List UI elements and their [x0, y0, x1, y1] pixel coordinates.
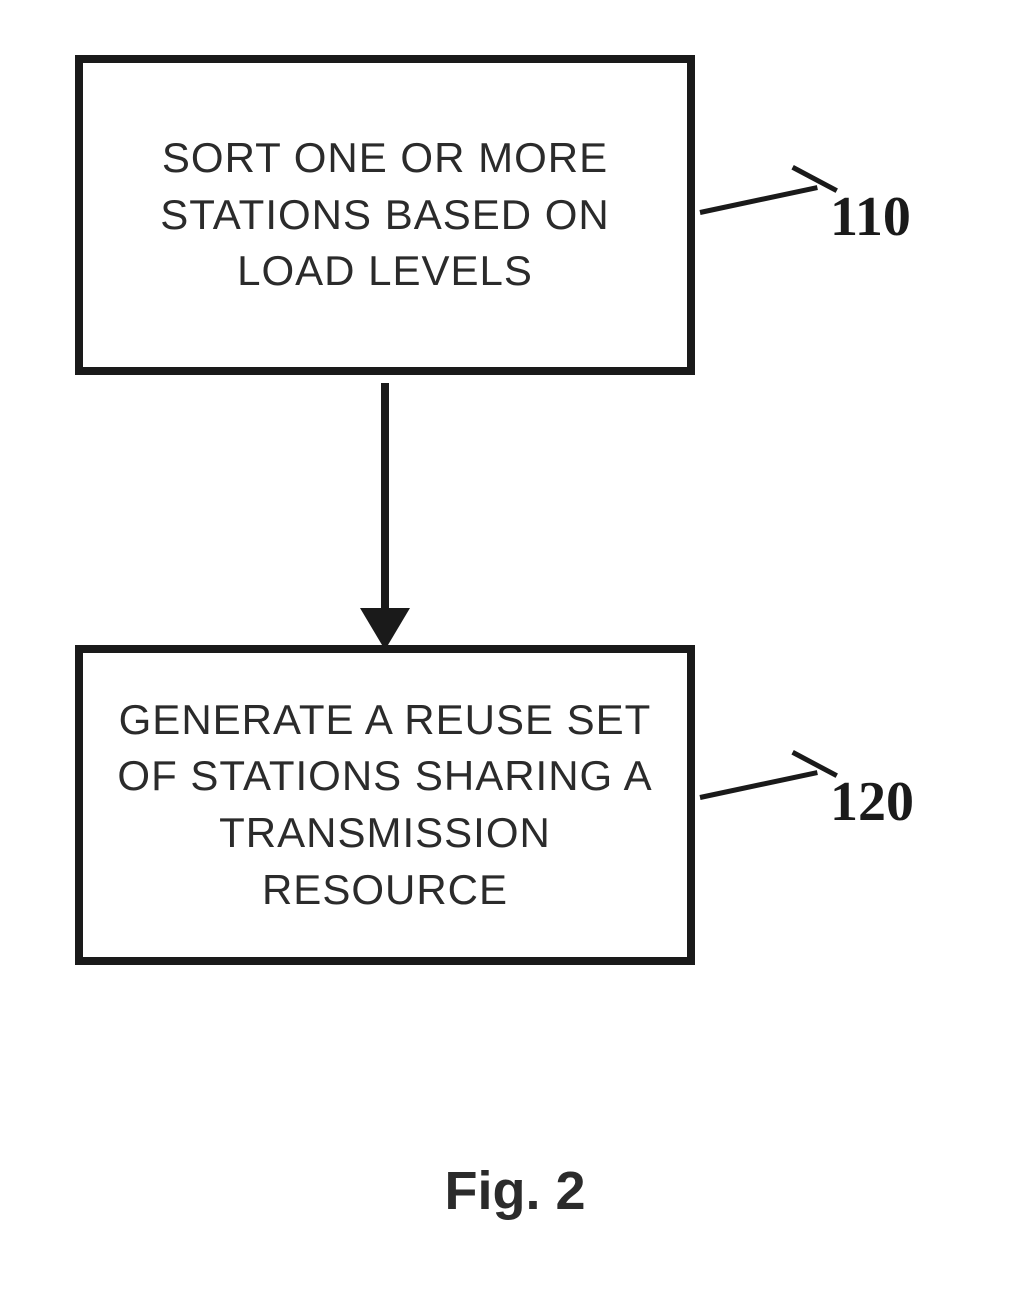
flowchart-canvas: SORT ONE OR MORE STATIONS BASED ON LOAD … — [0, 0, 1030, 1311]
figure-caption: Fig. 2 — [0, 1160, 1030, 1222]
leader-line-120 — [699, 770, 817, 800]
flow-step-120: GENERATE A REUSE SET OF STATIONS SHARING… — [75, 645, 695, 965]
leader-line-110 — [699, 185, 817, 215]
arrow-110-to-120-line — [381, 383, 389, 623]
ref-label-110: 110 — [830, 185, 911, 249]
arrow-110-to-120-head — [360, 608, 410, 650]
flow-step-110: SORT ONE OR MORE STATIONS BASED ON LOAD … — [75, 55, 695, 375]
flow-step-110-text: SORT ONE OR MORE STATIONS BASED ON LOAD … — [103, 130, 667, 300]
flow-step-120-text: GENERATE A REUSE SET OF STATIONS SHARING… — [103, 692, 667, 919]
ref-label-120: 120 — [830, 770, 914, 834]
